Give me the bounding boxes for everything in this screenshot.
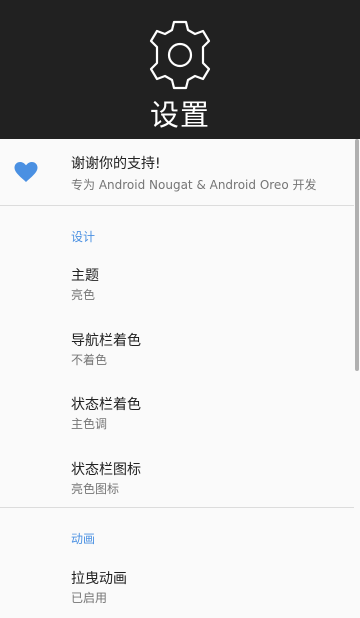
divider — [0, 205, 354, 206]
setting-title: 状态栏图标 — [71, 462, 141, 478]
gear-icon — [149, 20, 211, 90]
setting-drag-animation[interactable]: 拉曳动画 已启用 — [0, 554, 354, 618]
support-title: 谢谢你的支持! — [71, 156, 161, 172]
setting-statusbar-tint[interactable]: 状态栏着色 主色调 — [0, 380, 354, 444]
setting-value: 已启用 — [71, 591, 108, 605]
setting-value: 不着色 — [71, 353, 108, 367]
page-title: 设置 — [149, 98, 210, 132]
section-label-design: 设计 — [71, 230, 96, 244]
support-subtitle: 专为 Android Nougat & Android Oreo 开发 — [71, 178, 317, 192]
setting-value: 主色调 — [71, 417, 108, 431]
section-label-animation: 动画 — [71, 532, 96, 546]
divider — [0, 507, 354, 508]
setting-title: 状态栏着色 — [71, 397, 141, 413]
heart-icon — [14, 162, 38, 182]
setting-theme[interactable]: 主题 亮色 — [0, 251, 354, 315]
support-banner[interactable]: 谢谢你的支持! 专为 Android Nougat & Android Oreo… — [0, 139, 354, 205]
scrollbar[interactable] — [355, 139, 359, 371]
setting-title: 拉曳动画 — [71, 571, 127, 587]
setting-statusbar-icons[interactable]: 状态栏图标 亮色图标 — [0, 445, 354, 509]
setting-navbar-tint[interactable]: 导航栏着色 不着色 — [0, 316, 354, 380]
setting-value: 亮色图标 — [71, 482, 120, 496]
setting-title: 主题 — [71, 268, 99, 284]
settings-header: 设置 — [0, 0, 360, 139]
setting-title: 导航栏着色 — [71, 333, 141, 349]
settings-list[interactable]: 谢谢你的支持! 专为 Android Nougat & Android Oreo… — [0, 139, 354, 605]
setting-value: 亮色 — [71, 288, 96, 302]
